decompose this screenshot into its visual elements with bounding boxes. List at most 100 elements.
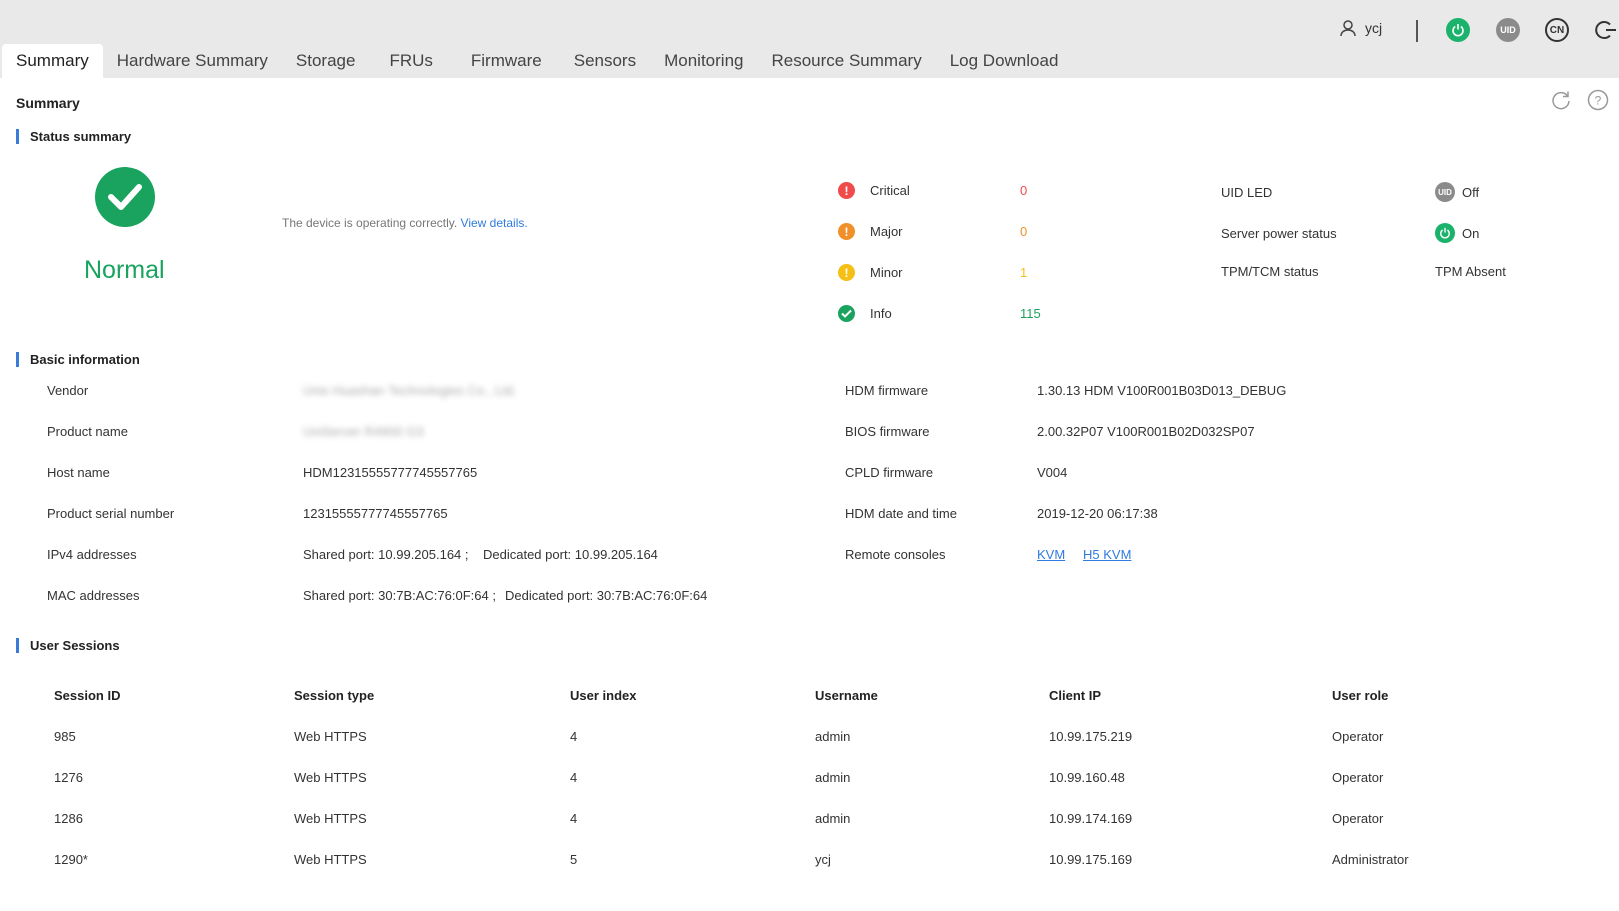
serial-value: 12315555777745557765: [303, 506, 448, 521]
basic-info-title: Basic information: [16, 352, 140, 367]
product-name-label: Product name: [47, 424, 128, 439]
uid-led-label: UID LED: [1221, 184, 1273, 200]
cell-user-role: Operator: [1332, 770, 1384, 785]
check-icon: [838, 305, 855, 322]
tab-summary[interactable]: Summary: [2, 44, 103, 78]
tpm-status-row: TPM/TCM status TPM Absent: [1221, 264, 1506, 279]
cell-session-type: Web HTTPS: [294, 852, 367, 867]
cell-username: admin: [815, 811, 851, 826]
tab-frus[interactable]: FRUs: [369, 44, 452, 78]
user-sessions-title: User Sessions: [16, 638, 120, 653]
cell-session-id: 985: [54, 729, 76, 744]
status-summary-title: Status summary: [16, 129, 131, 144]
logout-button[interactable]: [1594, 18, 1618, 42]
cell-session-type: Web HTTPS: [294, 729, 367, 744]
alarm-info[interactable]: Info 115: [838, 305, 1080, 322]
alarm-label: Critical: [870, 183, 910, 198]
alarm-label: Info: [870, 306, 892, 321]
tab-resource-summary[interactable]: Resource Summary: [757, 44, 935, 78]
ipv4-dedicated: Dedicated port: 10.99.205.164: [483, 547, 658, 562]
username: ycj: [1365, 20, 1383, 36]
cpld-firmware-value: V004: [1037, 465, 1068, 480]
cell-session-id: 1286: [54, 811, 83, 826]
alarm-major[interactable]: ! Major 0: [838, 223, 1080, 240]
language-label: CN: [1549, 24, 1565, 36]
table-header-row: Session ID Session type User index Usern…: [40, 675, 1560, 716]
logout-icon: [1595, 21, 1616, 39]
overall-status: Normal: [84, 256, 165, 284]
cell-user-role: Operator: [1332, 729, 1384, 744]
bios-firmware-value: 2.00.32P07 V100R001B02D032SP07: [1037, 424, 1255, 439]
cell-client-ip: 10.99.174.169: [1049, 811, 1133, 826]
uid-label: UID: [1500, 25, 1516, 35]
help-icon[interactable]: ?: [1587, 89, 1609, 111]
uid-button[interactable]: UID: [1496, 18, 1520, 42]
table-row: 1286 Web HTTPS 4 admin 10.99.174.169 Ope…: [40, 798, 1560, 839]
user-menu[interactable]: ycj: [1339, 19, 1382, 37]
cell-session-type: Web HTTPS: [294, 770, 367, 785]
hdm-firmware-value: 1.30.13 HDM V100R001B03D013_DEBUG: [1037, 383, 1287, 398]
col-username: Username: [815, 688, 878, 703]
col-session-type: Session type: [294, 688, 375, 703]
status-description-text: The device is operating correctly.: [282, 216, 458, 230]
power-status-label: Server power status: [1221, 225, 1337, 241]
alarm-count: 0: [1020, 183, 1028, 198]
kvm-link[interactable]: KVM: [1037, 547, 1065, 562]
cell-user-role: Operator: [1332, 811, 1384, 826]
alarm-label: Minor: [870, 265, 903, 280]
cell-user-index: 5: [570, 852, 578, 867]
power-status-value: On: [1462, 225, 1480, 241]
status-description: The device is operating correctly. View …: [282, 216, 528, 230]
h5-kvm-link[interactable]: H5 KVM: [1083, 547, 1131, 562]
refresh-icon[interactable]: [1550, 89, 1572, 111]
col-client-ip: Client IP: [1049, 688, 1102, 703]
mac-label: MAC addresses: [47, 588, 140, 603]
alarm-minor[interactable]: ! Minor 1: [838, 264, 1080, 281]
tab-log-download[interactable]: Log Download: [936, 44, 1073, 78]
power-icon: [1452, 24, 1464, 37]
host-name-label: Host name: [47, 465, 110, 480]
tab-storage[interactable]: Storage: [282, 44, 370, 78]
col-user-index: User index: [570, 688, 637, 703]
col-user-role: User role: [1332, 688, 1389, 703]
tab-monitoring[interactable]: Monitoring: [650, 44, 757, 78]
tab-sensors[interactable]: Sensors: [560, 44, 650, 78]
view-details-link[interactable]: View details.: [461, 216, 528, 230]
exclamation-icon: !: [838, 223, 855, 240]
col-session-id: Session ID: [54, 688, 121, 703]
alarm-count: 1: [1020, 265, 1028, 280]
power-button[interactable]: [1446, 18, 1470, 42]
cell-client-ip: 10.99.160.48: [1049, 770, 1125, 785]
alarm-count: 115: [1020, 306, 1041, 321]
mac-dedicated: Dedicated port: 30:7B:AC:76:0F:64: [505, 588, 708, 603]
page-title: Summary: [16, 95, 80, 111]
cell-user-index: 4: [570, 770, 578, 785]
vendor-value: Unis Huashan Technologies Co., Ltd.: [303, 383, 517, 398]
alarm-count: 0: [1020, 224, 1028, 239]
alarm-critical[interactable]: ! Critical 0: [838, 182, 1080, 199]
product-name-value: UniServer R4900 G3: [303, 424, 424, 439]
cell-client-ip: 10.99.175.219: [1049, 729, 1133, 744]
host-name-value: HDM12315555777745557765: [303, 465, 478, 480]
sessions-table: Session ID Session type User index Usern…: [40, 675, 1560, 880]
tpm-status-label: TPM/TCM status: [1221, 264, 1319, 279]
cell-username: admin: [815, 729, 851, 744]
user-icon: [1340, 20, 1356, 37]
cell-session-id: 1290*: [54, 852, 88, 867]
mac-shared: Shared port: 30:7B:AC:76:0F:64 ;: [303, 588, 496, 603]
vendor-label: Vendor: [47, 383, 89, 398]
serial-label: Product serial number: [47, 506, 175, 521]
tab-hardware-summary[interactable]: Hardware Summary: [103, 44, 282, 78]
bios-firmware-label: BIOS firmware: [845, 424, 930, 439]
cell-username: admin: [815, 770, 851, 785]
cell-user-index: 4: [570, 729, 578, 744]
language-button[interactable]: CN: [1545, 18, 1569, 42]
cell-user-index: 4: [570, 811, 578, 826]
status-normal-icon: [95, 167, 155, 227]
uid-icon: UID: [1435, 182, 1455, 202]
tab-firmware[interactable]: Firmware: [453, 44, 560, 78]
cell-username: ycj: [815, 852, 831, 867]
uid-led-row: UID LED UID Off: [1221, 182, 1479, 202]
cell-session-id: 1276: [54, 770, 83, 785]
table-row: 1276 Web HTTPS 4 admin 10.99.160.48 Oper…: [40, 757, 1560, 798]
